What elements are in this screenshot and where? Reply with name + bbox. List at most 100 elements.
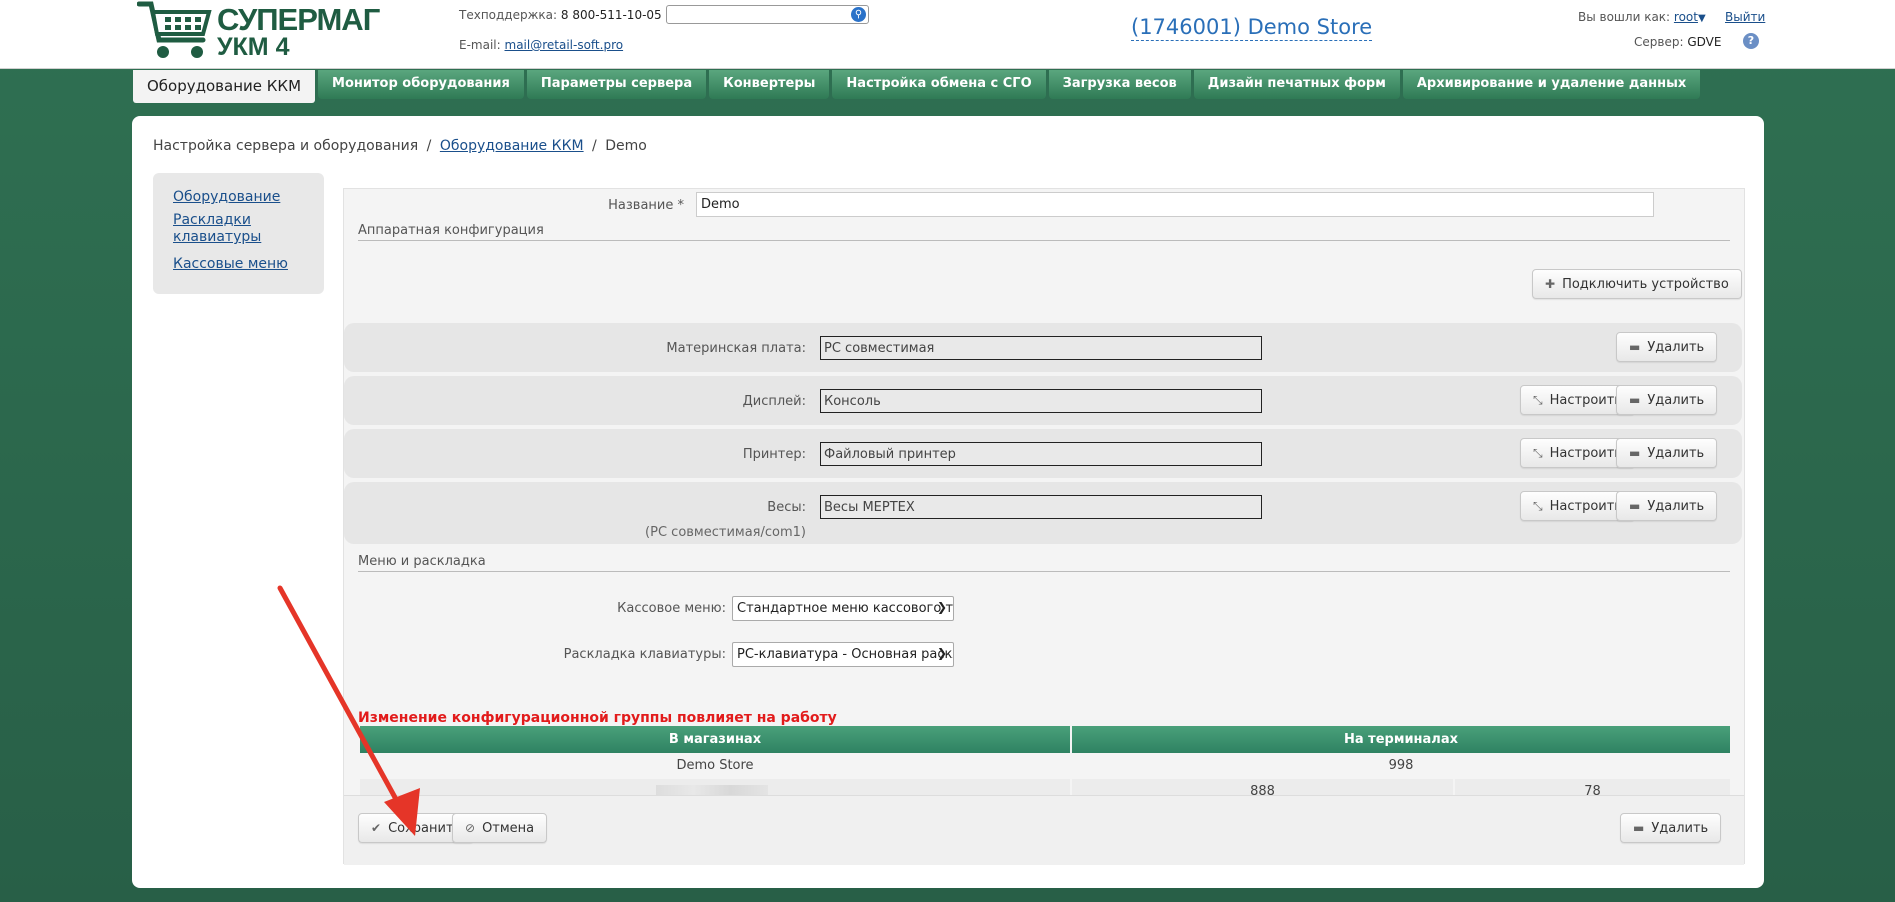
- email-link[interactable]: mail@retail-soft.pro: [505, 38, 624, 52]
- delete-label: Удалить: [1647, 499, 1705, 514]
- table-header-terminals: На терминалах: [1072, 726, 1730, 753]
- cancel-icon: ⊘: [465, 821, 476, 835]
- help-icon[interactable]: ?: [1743, 33, 1759, 49]
- email-info: E-mail: mail@retail-soft.pro: [459, 38, 623, 52]
- device-label: Весы:: [767, 500, 806, 515]
- hardware-section-title: Аппаратная конфигурация: [358, 223, 544, 238]
- device-value-field[interactable]: Файловый принтер: [820, 442, 1262, 466]
- delete-label: Удалить: [1647, 340, 1705, 355]
- configure-label: Настроить: [1549, 393, 1622, 408]
- delete-label: Удалить: [1647, 393, 1705, 408]
- device-row-printer: Принтер: Файловый принтер ⤡ Настроить ▬ Уд…: [344, 429, 1742, 478]
- tab-scales-load[interactable]: Загрузка весов: [1048, 70, 1191, 99]
- table-cell-store: Demo Store: [676, 758, 754, 773]
- search-icon[interactable]: ⚲: [851, 7, 866, 22]
- user-menu[interactable]: root: [1674, 10, 1698, 24]
- server-value: GDVE: [1687, 35, 1722, 49]
- server-info: Сервер: GDVE: [1634, 35, 1721, 49]
- device-value-field[interactable]: Консоль: [820, 389, 1262, 413]
- wrench-icon: ⤡: [1533, 446, 1543, 460]
- connect-device-label: Подключить устройство: [1562, 277, 1729, 292]
- supermag-logo[interactable]: СУПЕРМАГ УКМ 4: [137, 0, 380, 64]
- tab-server-params[interactable]: Параметры сервера: [526, 70, 707, 99]
- search-box: ⚲: [666, 5, 869, 24]
- device-row-motherboard: Материнская плата: PC совместимая ▬ Удали…: [344, 323, 1742, 372]
- breadcrumb-root: Настройка сервера и оборудования: [153, 138, 419, 154]
- delete-button[interactable]: ▬ Удалить: [1620, 813, 1722, 843]
- configure-label: Настроить: [1549, 499, 1622, 514]
- delete-label: Удалить: [1647, 446, 1705, 461]
- support-info: Техподдержка: 8 800-511-10-05: [459, 8, 662, 22]
- support-phone: 8 800-511-10-05: [560, 8, 662, 22]
- plus-icon: ✚: [1545, 277, 1556, 291]
- check-icon: ✔: [371, 821, 382, 835]
- content-panel: Настройка сервера и оборудования / Обору…: [132, 116, 1764, 888]
- menu-section-title: Меню и раскладка: [358, 554, 486, 569]
- tab-equipment-monitor[interactable]: Монитор оборудования: [318, 70, 524, 99]
- sidebar-item-keyboard-layouts[interactable]: Раскладки клавиатуры: [173, 212, 263, 246]
- cash-menu-label: Кассовое меню:: [617, 601, 726, 616]
- configure-label: Настроить: [1549, 446, 1622, 461]
- keyboard-layout-value: PC-клавиатура - Основная раскладка: [737, 647, 953, 662]
- chevron-down-icon: ❯: [936, 600, 947, 614]
- cancel-button[interactable]: ⊘ Отмена: [452, 813, 548, 843]
- breadcrumb-current: Demo: [605, 138, 647, 154]
- device-value-field[interactable]: Весы МЕРТЕХ: [820, 495, 1262, 519]
- device-sublabel: (PC совместимая/com1): [645, 525, 806, 540]
- equipment-form: Название * Аппаратная конфигурация ✚ Подк…: [343, 188, 1745, 865]
- breadcrumb-link[interactable]: Оборудование ККМ: [440, 138, 584, 154]
- logged-in-label: Вы вошли как:: [1578, 10, 1671, 24]
- tab-kkm-equipment[interactable]: Оборудование ККМ: [133, 70, 316, 103]
- delete-device-button[interactable]: ▬ Удалить: [1616, 332, 1718, 362]
- device-value-field[interactable]: PC совместимая: [820, 336, 1262, 360]
- store-title[interactable]: (1746001) Demo Store: [1131, 14, 1373, 41]
- keyboard-layout-select[interactable]: PC-клавиатура - Основная раскладка ❯: [732, 642, 954, 667]
- device-label: Материнская плата:: [666, 341, 806, 356]
- cart-icon: [137, 1, 212, 58]
- delete-device-button[interactable]: ▬ Удалить: [1616, 438, 1718, 468]
- main-tabs: Оборудование ККМ Монитор оборудования Па…: [133, 70, 1703, 103]
- app-header: СУПЕРМАГ УКМ 4 Техподдержка: 8 800-511-1…: [0, 0, 1895, 69]
- breadcrumb: Настройка сервера и оборудования / Обору…: [153, 138, 647, 154]
- cancel-label: Отмена: [482, 821, 535, 836]
- support-label: Техподдержка:: [459, 8, 558, 22]
- cash-menu-value: Стандартное меню кассового термин: [737, 601, 954, 616]
- table-cell-terminals: 998: [1388, 758, 1414, 773]
- email-label: E-mail:: [459, 38, 501, 52]
- name-field[interactable]: [696, 192, 1654, 217]
- tab-print-design[interactable]: Дизайн печатных форм: [1193, 70, 1400, 99]
- minus-icon: ▬: [1633, 821, 1645, 835]
- login-info: Вы вошли как: root▼: [1578, 10, 1706, 24]
- sidebar-item-equipment[interactable]: Оборудование: [173, 189, 304, 206]
- sidebar: Оборудование Раскладки клавиатуры Кассов…: [153, 173, 324, 294]
- search-input[interactable]: [667, 6, 847, 23]
- chevron-down-icon[interactable]: ▼: [1698, 13, 1706, 24]
- warning-message: Изменение конфигурационной группы повлия…: [358, 710, 837, 726]
- save-label: Сохранить: [388, 821, 462, 836]
- logo-text-line2: УКМ 4: [217, 33, 290, 61]
- device-row-scales: Весы: (PC совместимая/com1) Весы МЕРТЕХ …: [344, 482, 1742, 544]
- logout-link[interactable]: Выйти: [1725, 10, 1765, 24]
- delete-device-button[interactable]: ▬ Удалить: [1616, 491, 1718, 521]
- cash-menu-select[interactable]: Стандартное меню кассового термин ❯: [732, 596, 954, 621]
- connect-device-button[interactable]: ✚ Подключить устройство: [1532, 269, 1742, 299]
- device-label: Дисплей:: [742, 394, 806, 409]
- minus-icon: ▬: [1629, 340, 1641, 354]
- breadcrumb-separator: /: [426, 138, 432, 154]
- wrench-icon: ⤡: [1533, 393, 1543, 407]
- tab-archiving[interactable]: Архивирование и удаление данных: [1402, 70, 1701, 99]
- tab-converters[interactable]: Конвертеры: [709, 70, 830, 99]
- sidebar-item-cash-menus[interactable]: Кассовые меню: [173, 256, 304, 273]
- tab-sgo-exchange[interactable]: Настройка обмена с СГО: [832, 70, 1046, 99]
- form-footer: ✔ Сохранить ⊘ Отмена ▬ Удалить: [344, 795, 1744, 865]
- device-label: Принтер:: [742, 447, 806, 462]
- minus-icon: ▬: [1629, 499, 1641, 513]
- table-header-stores: В магазинах: [360, 726, 1070, 753]
- chevron-down-icon: ❯: [936, 646, 947, 660]
- delete-label: Удалить: [1651, 821, 1709, 836]
- delete-device-button[interactable]: ▬ Удалить: [1616, 385, 1718, 415]
- server-label: Сервер:: [1634, 35, 1684, 49]
- breadcrumb-separator: /: [592, 138, 597, 154]
- minus-icon: ▬: [1629, 446, 1641, 460]
- section-divider: [358, 240, 1730, 241]
